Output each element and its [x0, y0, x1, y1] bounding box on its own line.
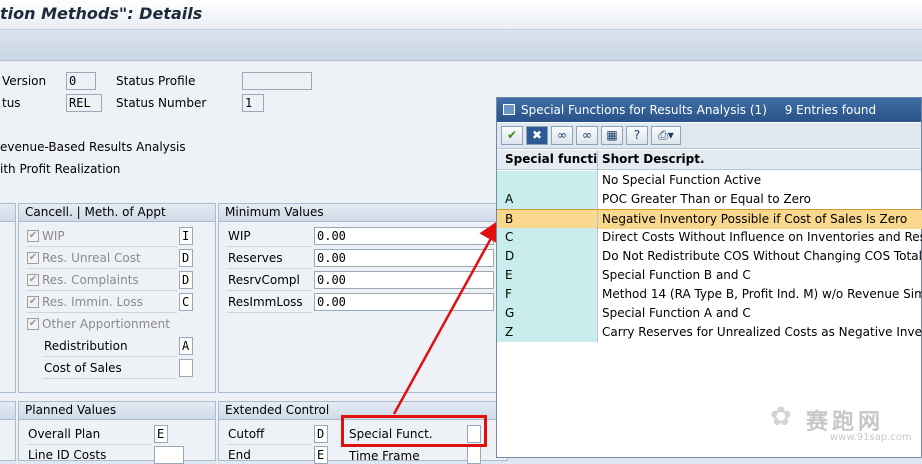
row-key: C: [497, 228, 597, 247]
list-item[interactable]: G Special Function A and C: [497, 304, 921, 323]
watermark-logo-icon: ✿: [770, 402, 792, 432]
list-item[interactable]: D Do Not Redistribute COS Without Changi…: [497, 247, 922, 266]
list-item[interactable]: F Method 14 (RA Type B, Profit Ind. M) w…: [497, 285, 922, 304]
help-icon[interactable]: ?: [626, 126, 648, 145]
popup-title-bar[interactable]: Special Functions for Results Analysis (…: [497, 98, 921, 122]
row-desc: Negative Inventory Possible if Cost of S…: [598, 210, 922, 229]
row-key: B: [497, 210, 597, 229]
row-desc: No Special Function Active: [602, 173, 762, 187]
row-key: D: [497, 247, 597, 266]
list-item[interactable]: No Special Function Active: [497, 171, 921, 190]
row-key: A: [497, 190, 597, 209]
row-desc: Special Function B and C: [602, 268, 751, 282]
list-item[interactable]: Z Carry Reserves for Unrealized Costs as…: [497, 323, 922, 342]
list-item[interactable]: E Special Function B and C: [497, 266, 921, 285]
column-header-key[interactable]: Special functi: [497, 150, 597, 169]
binoculars-icon[interactable]: ∞: [551, 126, 573, 145]
window-icon: [503, 104, 515, 115]
list-item[interactable]: A POC Greater Than or Equal to Zero: [497, 190, 921, 209]
print-icon[interactable]: ⎙▾: [651, 126, 681, 145]
row-key: G: [497, 304, 597, 323]
popup-table-header: Special functi Short Descript.: [497, 150, 921, 170]
check-icon[interactable]: ✔: [501, 126, 523, 145]
popup-entries-count: 9 Entries found: [784, 103, 877, 117]
popup-title: Special Functions for Results Analysis (…: [521, 103, 767, 117]
watermark: ✿ 赛跑网 www.91sap.com: [770, 400, 920, 450]
binoculars-next-icon[interactable]: ∞: [576, 126, 598, 145]
watermark-url: www.91sap.com: [830, 432, 912, 443]
filter-icon[interactable]: ▦: [601, 126, 623, 145]
popup-toolbar: ✔ ✖ ∞ ∞ ▦ ? ⎙▾: [497, 123, 921, 149]
row-key: F: [497, 285, 597, 304]
row-desc: Carry Reserves for Unrealized Costs as N…: [602, 325, 922, 339]
list-item[interactable]: C Direct Costs Without Influence on Inve…: [497, 228, 922, 247]
cancel-icon[interactable]: ✖: [526, 126, 548, 145]
row-key: [497, 171, 597, 190]
row-desc: Method 14 (RA Type B, Profit Ind. M) w/o…: [602, 287, 922, 301]
row-key: Z: [497, 323, 597, 342]
row-desc: Special Function A and C: [602, 306, 751, 320]
row-key: E: [497, 266, 597, 285]
row-desc: POC Greater Than or Equal to Zero: [602, 192, 811, 206]
list-item-selected[interactable]: B Negative Inventory Possible if Cost of…: [497, 209, 922, 229]
row-desc: Do Not Redistribute COS Without Changing…: [602, 249, 922, 263]
row-desc: Direct Costs Without Influence on Invent…: [602, 230, 922, 244]
column-header-desc[interactable]: Short Descript.: [598, 150, 922, 169]
